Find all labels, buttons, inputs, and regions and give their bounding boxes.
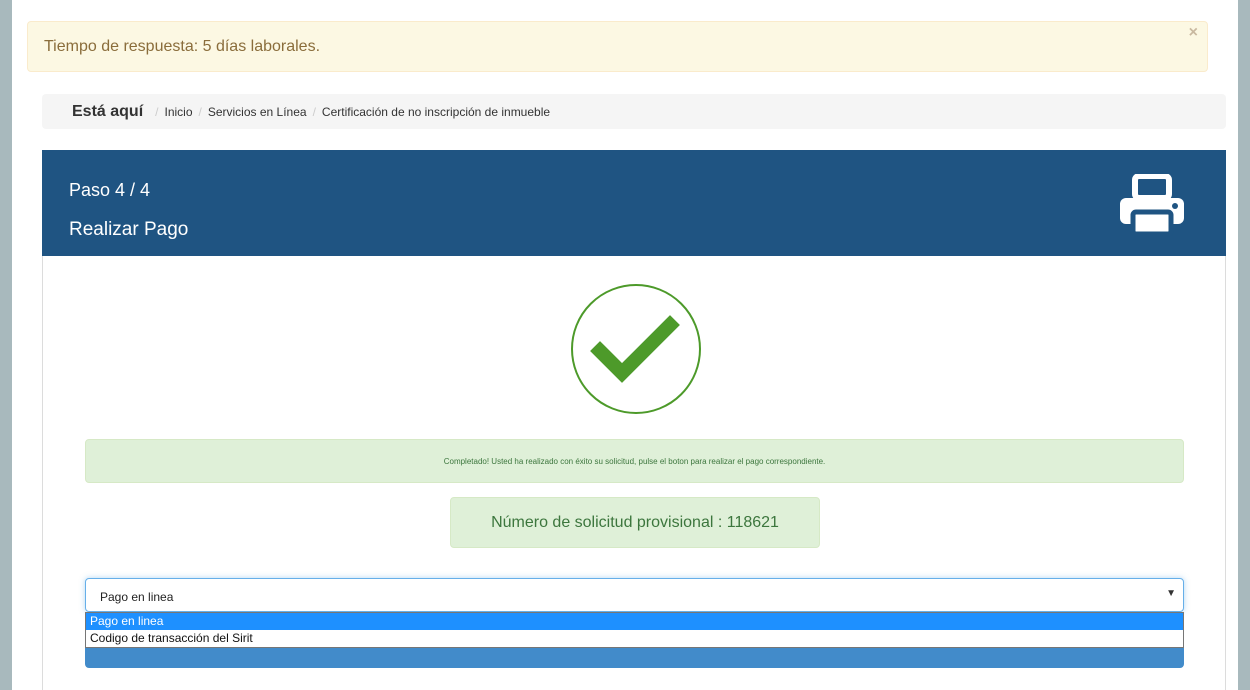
breadcrumb-item-servicios[interactable]: Servicios en Línea [208,105,307,119]
close-icon[interactable]: × [1189,24,1198,42]
panel-title: Realizar Pago [69,219,189,240]
option-codigo-transaccion[interactable]: Codigo de transacción del Sirit [86,630,1183,647]
breadcrumb: Está aquí / Inicio / Servicios en Línea … [42,94,1226,129]
breadcrumb-separator: / [155,104,159,119]
panel-header: Paso 4 / 4 Realizar Pago [42,150,1226,256]
payment-method-selected: Pago en linea [100,590,174,604]
breadcrumb-item-current: Certificación de no inscripción de inmue… [321,104,551,119]
page: Tiempo de respuesta: 5 días laborales. ×… [12,0,1238,690]
step-indicator: Paso 4 / 4 [69,180,151,200]
breadcrumb-separator: / [312,104,316,119]
breadcrumb-item-inicio[interactable]: Inicio [164,105,192,119]
request-number-badge: Número de solicitud provisional : 118621 [450,497,820,548]
payment-method-options: Pago en linea Codigo de transacción del … [85,612,1184,648]
success-alert: Completado! Usted ha realizado con éxito… [85,439,1184,483]
payment-method-select[interactable]: Pago en linea ▼ [85,578,1184,612]
alert-message: Tiempo de respuesta: 5 días laborales. [44,38,321,55]
response-time-alert: Tiempo de respuesta: 5 días laborales. × [27,21,1208,72]
breadcrumb-here-label: Está aquí [72,102,144,120]
breadcrumb-separator: / [198,104,202,119]
check-circle-icon [571,284,701,414]
option-pago-en-linea[interactable]: Pago en linea [86,613,1183,630]
printer-icon[interactable] [1118,174,1186,238]
chevron-down-icon: ▼ [1166,588,1176,599]
payment-panel: Paso 4 / 4 Realizar Pago Completado! Ust… [42,150,1226,690]
